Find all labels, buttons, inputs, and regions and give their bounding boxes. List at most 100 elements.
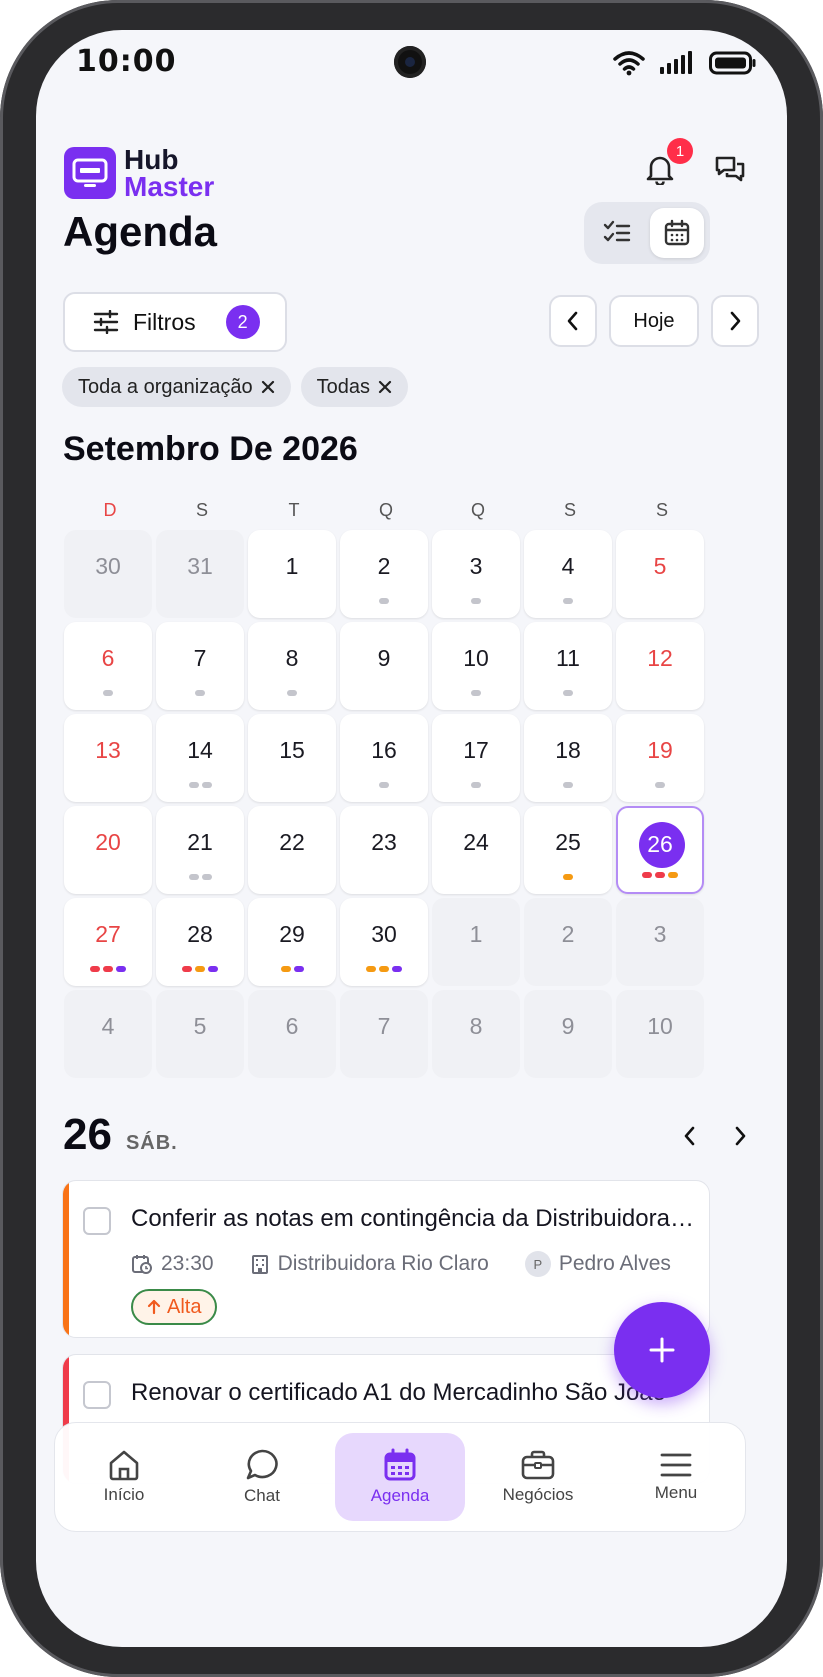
calendar-day-number: 20: [95, 829, 121, 855]
clock-calendar-icon: [132, 1255, 152, 1274]
calendar-day[interactable]: 7: [340, 990, 428, 1078]
close-icon[interactable]: [261, 380, 275, 394]
calendar-day[interactable]: 21: [156, 806, 244, 894]
nav-item-negocios[interactable]: Negócios: [473, 1433, 603, 1521]
messages-button[interactable]: [709, 148, 751, 190]
event-dot: [392, 966, 402, 972]
event-indicators: [156, 874, 244, 880]
calendar-day[interactable]: 25: [524, 806, 612, 894]
task-card[interactable]: Conferir as notas em contingência da Dis…: [62, 1180, 710, 1338]
calendar-day[interactable]: 6: [248, 990, 336, 1078]
calendar-day[interactable]: 2: [524, 898, 612, 986]
calendar-day-selected[interactable]: 26: [616, 806, 704, 894]
previous-day-button[interactable]: [683, 1125, 697, 1147]
month-calendar: D S T Q Q S S 30 31 1 2 3 4 5 6 7 8 9 10 11 12 13 14 15 1…: [64, 492, 708, 1078]
nav-item-agenda[interactable]: Agenda: [335, 1433, 465, 1521]
calendar-day-number: 31: [187, 553, 213, 579]
previous-month-button[interactable]: [549, 295, 597, 347]
calendar-day[interactable]: 3: [616, 898, 704, 986]
calendar-day[interactable]: 16: [340, 714, 428, 802]
filter-chip-label: Todas: [316, 375, 370, 398]
calendar-day[interactable]: 30: [64, 530, 152, 618]
calendar-day[interactable]: 2: [340, 530, 428, 618]
event-dot: [103, 966, 113, 972]
event-indicators: [432, 782, 520, 788]
calendar-day-number: 10: [463, 645, 489, 671]
calendar-day[interactable]: 29: [248, 898, 336, 986]
event-indicators: [524, 690, 612, 696]
calendar-day-number: 30: [371, 921, 397, 947]
calendar-day[interactable]: 1: [432, 898, 520, 986]
filter-chip-organization[interactable]: Toda a organização: [62, 367, 291, 407]
weekday-header: D S T Q Q S S: [64, 492, 708, 528]
chat-icon: [246, 1449, 278, 1480]
nav-item-inicio[interactable]: Início: [59, 1433, 189, 1521]
calendar-day[interactable]: 9: [524, 990, 612, 1078]
list-view-button[interactable]: [590, 208, 644, 258]
event-indicators: [248, 690, 336, 696]
next-day-button[interactable]: [733, 1125, 747, 1147]
filters-button[interactable]: Filtros 2: [63, 292, 287, 352]
calendar-day[interactable]: 19: [616, 714, 704, 802]
bottom-navigation: Início Chat Agenda Negócios Menu: [54, 1422, 746, 1532]
calendar-day[interactable]: 5: [156, 990, 244, 1078]
calendar-day[interactable]: 6: [64, 622, 152, 710]
calendar-day[interactable]: 11: [524, 622, 612, 710]
calendar-day[interactable]: 7: [156, 622, 244, 710]
calendar-day[interactable]: 10: [616, 990, 704, 1078]
calendar-day[interactable]: 5: [616, 530, 704, 618]
next-month-button[interactable]: [711, 295, 759, 347]
event-dot: [293, 966, 304, 972]
calendar-day[interactable]: 14: [156, 714, 244, 802]
calendar-day[interactable]: 3: [432, 530, 520, 618]
home-icon: [109, 1450, 139, 1481]
app-logo[interactable]: Hub Master: [64, 146, 215, 202]
event-dot: [379, 966, 389, 972]
today-button[interactable]: Hoje: [609, 295, 699, 347]
calendar-day[interactable]: 8: [432, 990, 520, 1078]
calendar-day-number: 15: [279, 737, 305, 763]
calendar-day-number: 26: [647, 831, 673, 857]
calendar-day[interactable]: 24: [432, 806, 520, 894]
calendar-day[interactable]: 9: [340, 622, 428, 710]
calendar-day[interactable]: 4: [64, 990, 152, 1078]
filter-chip-label: Toda a organização: [78, 375, 253, 398]
task-checkbox[interactable]: [83, 1207, 111, 1235]
page-title: Agenda: [63, 208, 218, 255]
calendar-day[interactable]: 20: [64, 806, 152, 894]
task-checkbox[interactable]: [83, 1381, 111, 1409]
logo-mark-icon: [64, 147, 116, 199]
calendar-day-number: 28: [187, 921, 213, 947]
nav-item-label: Agenda: [370, 1486, 430, 1505]
calendar-view-button[interactable]: [650, 208, 704, 258]
calendar-day-number: 6: [101, 645, 115, 671]
calendar-day-number: 4: [561, 553, 575, 579]
calendar-day[interactable]: 1: [248, 530, 336, 618]
add-event-button[interactable]: [614, 1302, 710, 1398]
event-dot: [201, 874, 212, 880]
calendar-day[interactable]: 23: [340, 806, 428, 894]
calendar-day[interactable]: 31: [156, 530, 244, 618]
event-dot: [201, 782, 212, 788]
calendar-day[interactable]: 4: [524, 530, 612, 618]
weekday-label: D: [103, 500, 117, 520]
calendar-day[interactable]: 27: [64, 898, 152, 986]
calendar-day[interactable]: 28: [156, 898, 244, 986]
menu-icon: [660, 1453, 692, 1477]
notifications-button[interactable]: 1: [639, 138, 693, 190]
calendar-day[interactable]: 30: [340, 898, 428, 986]
calendar-day-number: 7: [377, 1013, 391, 1039]
calendar-day[interactable]: 18: [524, 714, 612, 802]
calendar-day[interactable]: 12: [616, 622, 704, 710]
calendar-day[interactable]: 17: [432, 714, 520, 802]
calendar-day[interactable]: 8: [248, 622, 336, 710]
close-icon[interactable]: [378, 380, 392, 394]
calendar-day[interactable]: 10: [432, 622, 520, 710]
logo-text-master: Master: [124, 171, 215, 202]
nav-item-menu[interactable]: Menu: [611, 1433, 741, 1521]
calendar-day[interactable]: 15: [248, 714, 336, 802]
nav-item-chat[interactable]: Chat: [197, 1433, 327, 1521]
calendar-day[interactable]: 22: [248, 806, 336, 894]
calendar-day[interactable]: 13: [64, 714, 152, 802]
filter-chip-all[interactable]: Todas: [300, 367, 408, 407]
